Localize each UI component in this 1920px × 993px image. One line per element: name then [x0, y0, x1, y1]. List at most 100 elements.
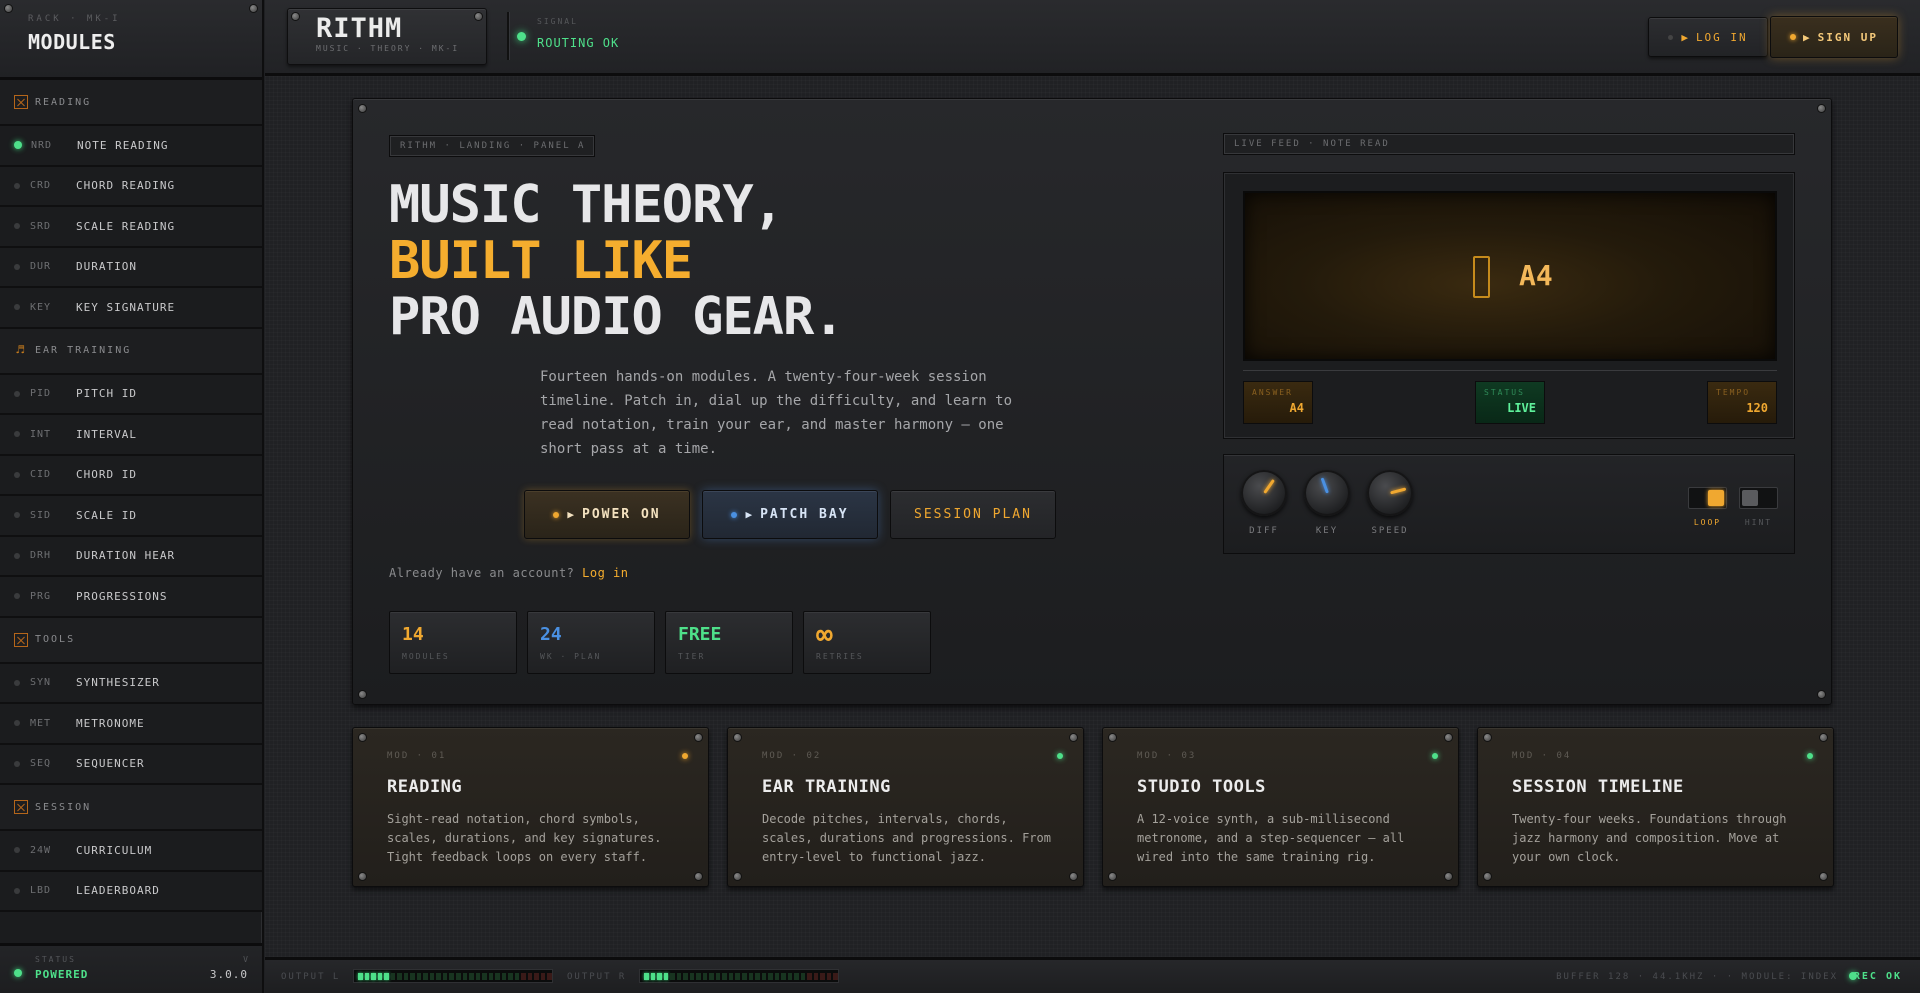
key-knob[interactable]: [1304, 470, 1350, 516]
sidebar-item-interval[interactable]: INT INTERVAL: [0, 415, 262, 456]
screw-icon: [1484, 734, 1491, 741]
crossed-box-icon: [14, 95, 28, 109]
hint-toggle[interactable]: [1739, 487, 1778, 509]
stat-value: 24: [540, 624, 562, 645]
meter-segment: [521, 972, 526, 980]
session-plan-button[interactable]: SESSION PLAN: [890, 490, 1056, 539]
sidebar-item-duration[interactable]: DUR DURATION: [0, 247, 262, 288]
status-led-icon: [14, 471, 20, 478]
meter-segment: [670, 972, 675, 980]
sidebar-item-curriculum[interactable]: 24W CURRICULUM: [0, 831, 262, 872]
sidebar-item-label: KEY SIGNATURE: [76, 300, 176, 314]
output-r-label: OUTPUT R: [567, 972, 627, 982]
patch-bay-button[interactable]: ▶ PATCH BAY: [702, 490, 878, 539]
knob-indicator: [1263, 479, 1275, 494]
sidebar-item-synthesizer[interactable]: SYN SYNTHESIZER: [0, 663, 262, 704]
status-led-icon: [14, 512, 20, 519]
meter-segment: [761, 972, 767, 980]
sidebar-item-key-signature[interactable]: KEY KEY SIGNATURE: [0, 288, 262, 329]
sidebar-item-metronome[interactable]: MET METRONOME: [0, 704, 262, 745]
loop-toggle[interactable]: [1688, 487, 1727, 509]
screw-icon: [1484, 873, 1491, 880]
module-card-studio-tools[interactable]: MOD · 03 STUDIO TOOLS A 12-voice synth, a …: [1102, 727, 1459, 887]
meter-segment: [495, 972, 500, 980]
sidebar-item-progressions[interactable]: PRG PROGRESSIONS: [0, 577, 262, 618]
stat-value: 14: [402, 624, 424, 645]
module-card-session-timeline[interactable]: MOD · 04 SESSION TIMELINE Twenty-four week…: [1477, 727, 1834, 887]
sidebar-item-code: SRD: [30, 220, 52, 232]
rack-label: RACK · MK-I: [28, 14, 121, 24]
toggle-nub: [1708, 490, 1724, 506]
meter-segment: [364, 972, 370, 980]
power-on-button[interactable]: ▶ POWER ON: [524, 490, 690, 539]
module-title: EAR TRAINING: [762, 777, 891, 797]
meter-segment: [826, 972, 832, 980]
output-l-meter: [353, 969, 553, 983]
module-title: READING: [387, 777, 463, 797]
sidebar-item-label: DURATION: [76, 260, 137, 274]
screw-icon: [5, 5, 12, 12]
login-prompt-text: Already have an account?: [389, 566, 575, 580]
feed-chip: LIVE FEED · NOTE READ: [1223, 133, 1795, 155]
module-card-ear-training[interactable]: MOD · 02 EAR TRAINING Decode pitches, inte…: [727, 727, 1084, 887]
screw-icon: [359, 691, 366, 698]
meter-segment: [462, 972, 468, 980]
module-card-reading[interactable]: MOD · 01 READING Sight-read notation, chor…: [352, 727, 709, 887]
logo[interactable]: RITHM MUSIC · THEORY · MK-I: [287, 8, 487, 65]
login-button[interactable]: ▶ LOG IN: [1648, 17, 1768, 57]
meter-segment: [820, 972, 825, 980]
screw-icon: [250, 5, 257, 12]
buffer-info: BUFFER 128 · 44.1KHZ · · MODULE: INDEX: [1556, 972, 1838, 982]
screw-icon: [1445, 873, 1452, 880]
module-title: STUDIO TOOLS: [1137, 777, 1266, 797]
meter-segment: [416, 972, 422, 980]
sidebar-item-code: CRD: [30, 180, 52, 192]
stat-card: ∞ RETRIES: [803, 611, 931, 674]
screw-icon: [1820, 734, 1827, 741]
sidebar-item-chord-id[interactable]: CID CHORD ID: [0, 455, 262, 496]
hint-toggle-label: HINT: [1744, 518, 1773, 527]
meter-segment: [371, 972, 376, 980]
sidebar-item-label: SYNTHESIZER: [76, 676, 160, 690]
sidebar-item-code: INT: [30, 428, 52, 440]
meter-segment: [722, 972, 727, 980]
signup-button[interactable]: ▶ SIGN UP: [1770, 16, 1898, 58]
sidebar-item-pitch-id[interactable]: PID PITCH ID: [0, 374, 262, 415]
sidebar-item-leaderboard[interactable]: LBD LEADERBOARD: [0, 871, 262, 912]
play-icon: ▶: [567, 508, 576, 521]
screw-icon: [359, 734, 366, 741]
meter-segment: [657, 972, 662, 980]
status-led-icon: [14, 182, 20, 189]
sidebar-section-reading: READING: [0, 80, 262, 126]
diff-knob[interactable]: [1241, 470, 1287, 516]
sidebar-item-chord-reading[interactable]: CRD CHORD READING: [0, 166, 262, 207]
screw-icon: [292, 13, 299, 20]
answer-label: ANSWER: [1252, 388, 1293, 397]
meter-segment: [683, 972, 688, 980]
login-link[interactable]: Log in: [582, 566, 628, 580]
sidebar-item-scale-id[interactable]: SID SCALE ID: [0, 496, 262, 537]
version-value: 3.0.0: [209, 968, 248, 981]
status-meter-label: STATUS: [1484, 388, 1525, 397]
module-description: Sight-read notation, chord symbols, scal…: [387, 812, 662, 864]
sidebar-item-duration-hear[interactable]: DRH DURATION HEAR: [0, 536, 262, 577]
meter-segment: [735, 972, 740, 980]
sidebar-item-code: PRG: [30, 590, 52, 602]
sidebar-item-scale-reading[interactable]: SRD SCALE READING: [0, 207, 262, 248]
signal-value: ROUTING OK: [537, 36, 620, 50]
meter-segment: [676, 972, 682, 980]
meter-segment: [800, 972, 806, 980]
status-led-icon: [14, 390, 20, 397]
sidebar-item-label: CURRICULUM: [76, 843, 153, 857]
version-label: V: [243, 955, 248, 964]
meter-segment: [482, 972, 487, 980]
screw-icon: [1818, 691, 1825, 698]
sidebar-section-title: SESSION: [35, 801, 92, 813]
sidebar-item-note-reading[interactable]: NRD NOTE READING: [0, 126, 262, 167]
play-icon: ▶: [1681, 30, 1690, 44]
divider: [1243, 370, 1777, 371]
status-led-icon: [14, 223, 20, 230]
sidebar-item-sequencer[interactable]: SEQ SEQUENCER: [0, 744, 262, 785]
speed-knob[interactable]: [1367, 470, 1413, 516]
screw-icon: [1109, 873, 1116, 880]
